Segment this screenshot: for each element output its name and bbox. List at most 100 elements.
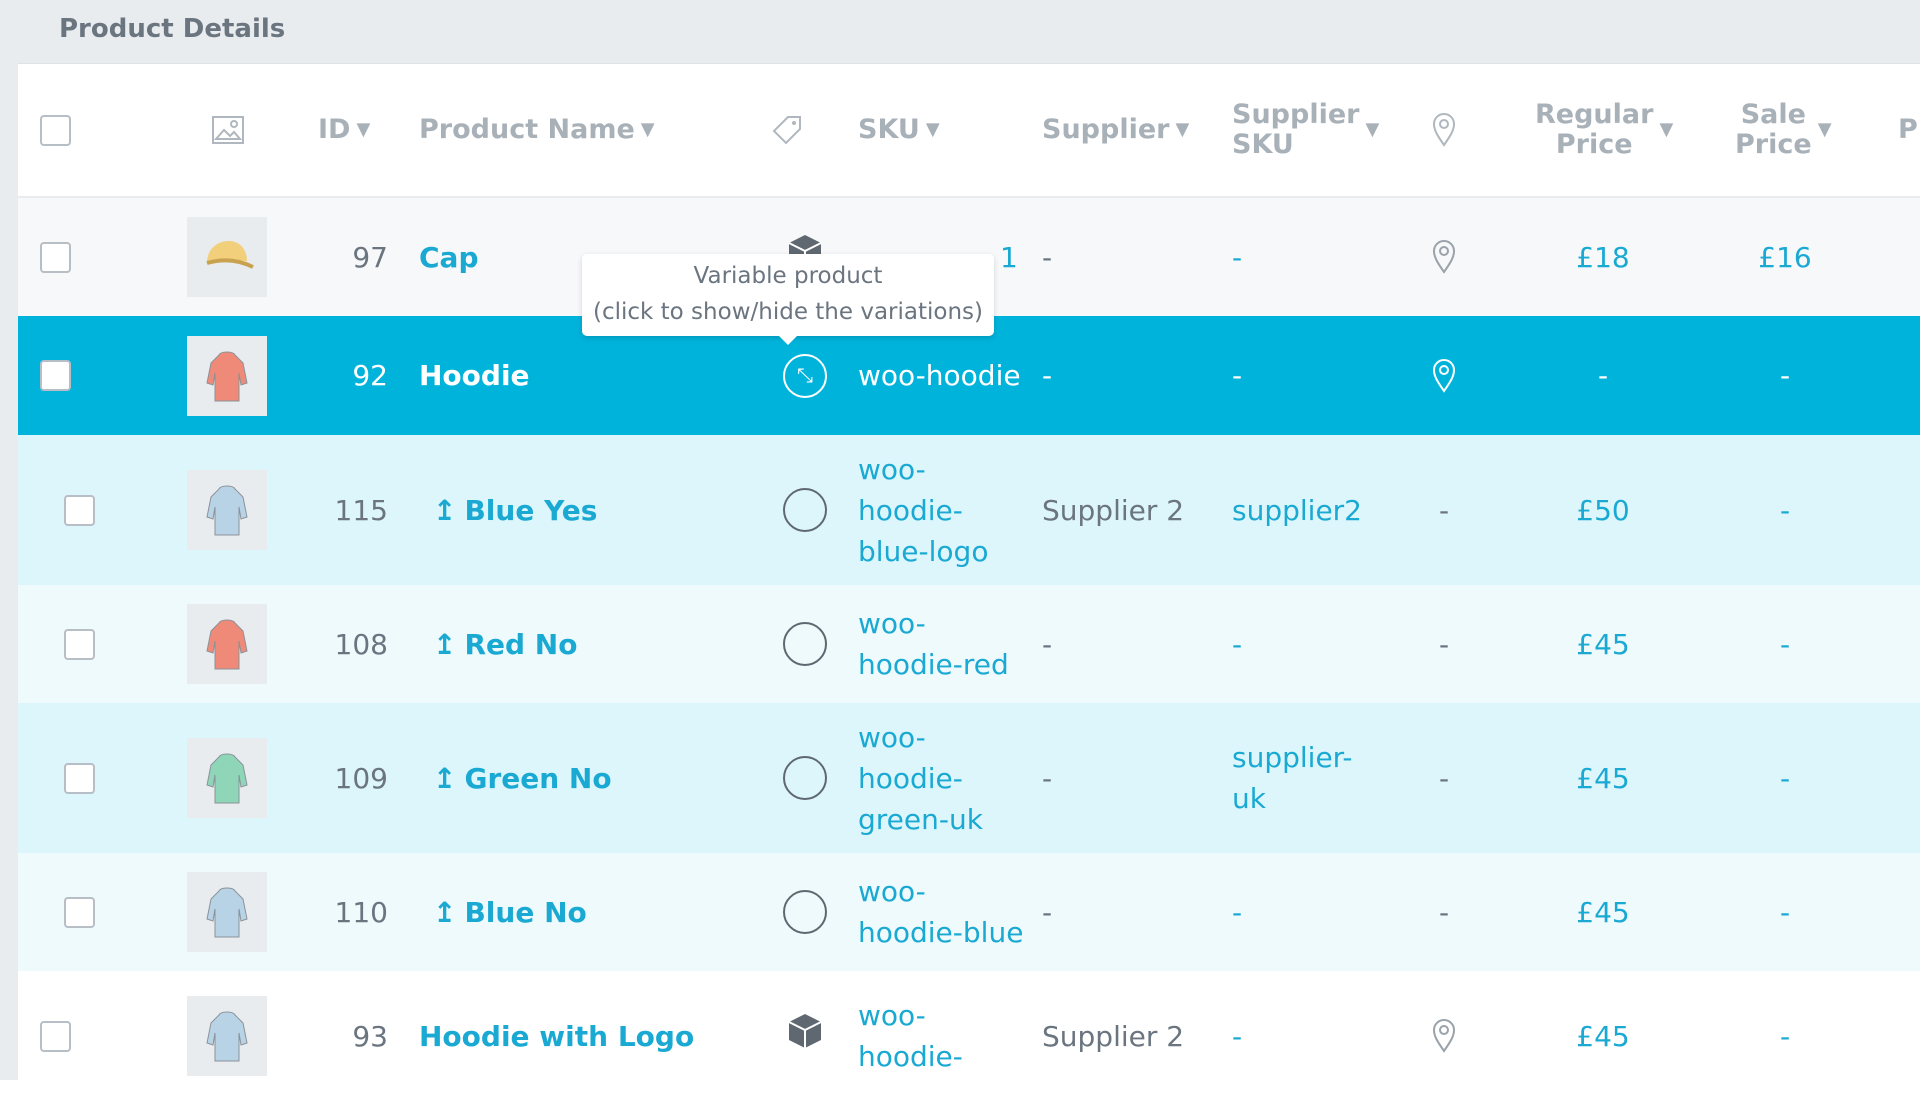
column-label: ID	[318, 114, 351, 145]
regular-price[interactable]: £45	[1538, 585, 1668, 703]
panel-title: Product Details	[59, 14, 286, 44]
row-checkbox[interactable]	[40, 360, 71, 391]
supplier-sku[interactable]: -	[1232, 971, 1242, 1101]
product-name-link[interactable]: Hoodie	[419, 316, 530, 435]
product-name-link[interactable]: Cap	[419, 198, 479, 316]
child-arrow-icon: ↥	[433, 627, 457, 661]
sku[interactable]: woo-hoodie-blue	[858, 853, 1023, 971]
product-thumbnail[interactable]	[187, 872, 267, 952]
regular-price[interactable]: £45	[1538, 971, 1668, 1101]
product-id: 109	[334, 761, 388, 795]
row-checkbox[interactable]	[40, 1020, 71, 1052]
tooltip: Variable product (click to show/hide the …	[582, 254, 994, 345]
product-name: Red No	[464, 627, 578, 661]
sku[interactable]: woo-hoodie-	[858, 971, 963, 1101]
sale-price[interactable]: -	[1720, 435, 1850, 585]
regular-price[interactable]: £50	[1538, 435, 1668, 585]
product-id: 92	[352, 359, 388, 392]
location-pin-icon[interactable]	[1398, 198, 1490, 316]
column-product-name[interactable]: Product Name ▼	[419, 64, 655, 196]
product-id: 115	[334, 493, 388, 527]
product-thumbnail[interactable]	[187, 217, 267, 297]
supplier-sku[interactable]: supplier2	[1232, 435, 1362, 585]
sku[interactable]: woo-hoodie-red	[858, 585, 1009, 703]
sku[interactable]: woo-hoodie-blue-logo	[858, 435, 988, 585]
supplier-sku-value: -	[1232, 895, 1243, 929]
location-text: -	[1438, 895, 1450, 929]
sale-price[interactable]: -	[1720, 853, 1850, 971]
location-pin-icon[interactable]	[1398, 971, 1490, 1101]
supplier-sku-value: -	[1232, 240, 1243, 274]
location-text: -	[1438, 493, 1450, 527]
column-next[interactable]: P	[1898, 64, 1918, 196]
product-id: 110	[334, 895, 388, 929]
location-pin-icon[interactable]	[1398, 316, 1490, 435]
column-supplier-sku[interactable]: Supplier SKU ▼	[1232, 64, 1379, 196]
product-thumbnail[interactable]	[187, 996, 267, 1076]
supplier-sku[interactable]: -	[1232, 853, 1242, 971]
row-checkbox[interactable]	[64, 494, 95, 526]
sale-price[interactable]: -	[1720, 316, 1850, 435]
column-sale-price[interactable]: Sale Price ▼	[1735, 64, 1832, 196]
sale-price[interactable]: -	[1720, 703, 1850, 853]
product-name-link[interactable]: ↥ Blue No	[433, 853, 587, 971]
product-name: Blue Yes	[464, 493, 598, 527]
product-thumbnail[interactable]	[187, 335, 267, 416]
product-id: 97	[352, 240, 388, 274]
product-row[interactable]: 93 Hoodie with Logo woo-hoodie- Supplier…	[18, 971, 1920, 1101]
column-label: SKU	[1232, 129, 1294, 160]
variation-row[interactable]: 109 ↥ Green No woo-hoodie-green-uk - supp…	[18, 703, 1920, 853]
supplier: -	[1042, 895, 1053, 929]
supplier: -	[1042, 359, 1053, 392]
supplier-sku[interactable]: -	[1232, 585, 1242, 703]
column-label: SKU	[858, 114, 920, 145]
variation-radio-icon	[783, 488, 827, 532]
product-thumbnail[interactable]	[187, 604, 267, 684]
sale-price[interactable]: -	[1720, 971, 1850, 1101]
supplier-sku-value: -	[1232, 359, 1243, 392]
location-text: -	[1438, 627, 1450, 661]
sku[interactable]: 1	[1000, 198, 1018, 316]
row-checkbox[interactable]	[64, 762, 95, 794]
column-id[interactable]: ID ▼	[318, 64, 370, 196]
product-name: Hoodie	[419, 359, 530, 392]
regular-price[interactable]: £45	[1538, 853, 1668, 971]
column-label: Supplier	[1232, 99, 1360, 130]
product-name-link[interactable]: ↥ Blue Yes	[433, 435, 597, 585]
column-label: P	[1898, 114, 1918, 145]
sort-arrow-icon: ▼	[925, 119, 940, 140]
variation-row[interactable]: 115 ↥ Blue Yes woo-hoodie-blue-logo Suppl…	[18, 435, 1920, 585]
child-arrow-icon: ↥	[433, 493, 457, 527]
column-regular-price[interactable]: Regular Price ▼	[1535, 64, 1673, 196]
sku-value: woo-hoodie-blue-logo	[858, 452, 989, 568]
product-name-link[interactable]: ↥ Green No	[433, 703, 612, 853]
product-thumbnail[interactable]	[187, 738, 267, 818]
sale-price[interactable]: -	[1720, 585, 1850, 703]
row-checkbox[interactable]	[40, 241, 71, 273]
supplier-sku[interactable]: -	[1232, 316, 1242, 435]
product-name-link[interactable]: ↥ Red No	[433, 585, 577, 703]
supplier-sku[interactable]: -	[1232, 198, 1242, 316]
regular-price[interactable]: £45	[1538, 703, 1668, 853]
supplier: Supplier 2	[1042, 493, 1185, 527]
variation-row[interactable]: 110 ↥ Blue No woo-hoodie-blue - - - £45 -	[18, 853, 1920, 971]
product-name-link[interactable]: Hoodie with Logo	[419, 971, 694, 1101]
regular-price[interactable]: -	[1538, 316, 1668, 435]
product-thumbnail[interactable]	[187, 470, 267, 550]
variation-radio-icon	[783, 890, 827, 934]
location-pin-icon	[1432, 64, 1456, 196]
column-supplier[interactable]: Supplier ▼	[1042, 64, 1189, 196]
row-checkbox[interactable]	[64, 896, 95, 928]
select-all-checkbox[interactable]	[40, 114, 71, 146]
regular-price[interactable]: £18	[1538, 198, 1668, 316]
collapse-variations-icon[interactable]: ⤡	[783, 353, 827, 398]
supplier: -	[1042, 240, 1053, 274]
supplier-sku[interactable]: supplier-uk	[1232, 703, 1353, 853]
row-checkbox[interactable]	[64, 628, 95, 660]
sale-price[interactable]: £16	[1720, 198, 1850, 316]
sku-value: woo-hoodie	[858, 359, 1021, 392]
variation-row[interactable]: 108 ↥ Red No woo-hoodie-red - - - £45 -	[18, 585, 1920, 703]
product-name: Hoodie with Logo	[419, 1019, 695, 1053]
sku[interactable]: woo-hoodie-green-uk	[858, 703, 983, 853]
column-sku[interactable]: SKU ▼	[858, 64, 940, 196]
